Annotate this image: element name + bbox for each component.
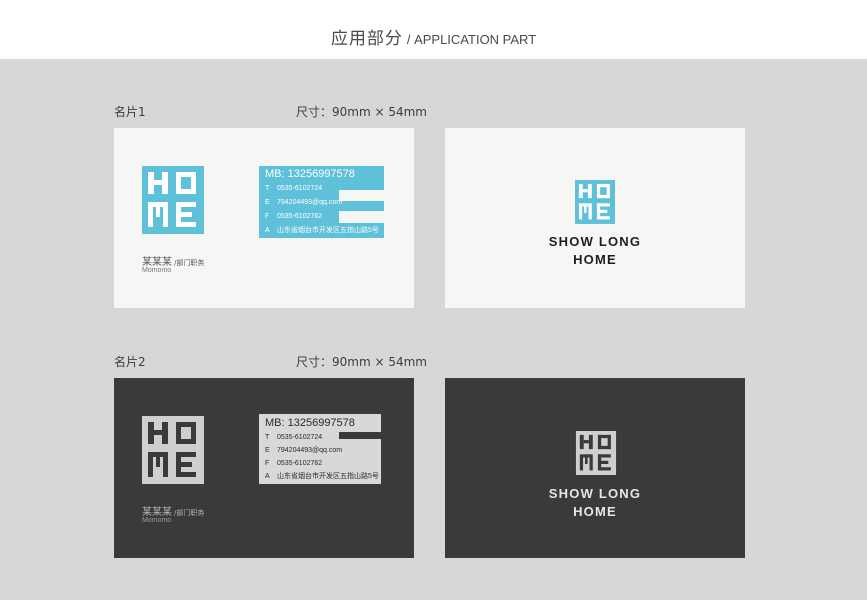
address-row: A 山东省烟台市开发区五指山路5号 bbox=[265, 227, 379, 234]
brand-name: SHOW LONG HOME bbox=[548, 486, 642, 519]
card-1-front: MB: 13256997578 T 0535-6102724 E 794204493… bbox=[114, 128, 414, 308]
page-title-en: / APPLICATION PART bbox=[406, 32, 537, 47]
home-logo-icon bbox=[575, 180, 615, 224]
fax-row: F 0535-6102762 bbox=[265, 460, 323, 467]
person-name-en: Momomo bbox=[142, 267, 172, 274]
section-1-label: 名片1 bbox=[114, 105, 146, 119]
page-title: 应用部分 / APPLICATION PART bbox=[0, 24, 867, 49]
home-logo-icon bbox=[142, 166, 204, 234]
phone-row: T 0535-6102724 bbox=[265, 434, 323, 441]
contact-block: MB: 13256997578 T 0535-6102724 E 794204493… bbox=[259, 414, 381, 484]
page-title-cn: 应用部分 bbox=[330, 29, 403, 49]
person-name: 某某某/部门职务 bbox=[142, 507, 205, 518]
phone-row: T 0535-6102724 bbox=[265, 185, 323, 192]
home-logo-icon bbox=[575, 431, 617, 475]
section-2-label: 名片2 bbox=[114, 355, 146, 369]
person-name-en: Momomo bbox=[142, 517, 172, 524]
mobile-number: MB: 13256997578 bbox=[265, 168, 355, 180]
person-name: 某某某/部门职务 bbox=[142, 257, 205, 268]
section-2-size: 尺寸：90mm × 54mm bbox=[296, 355, 427, 369]
brand-name: SHOW LONG HOME bbox=[548, 234, 642, 267]
email-row: E 794204493@qq.com bbox=[265, 447, 343, 454]
page-header: 应用部分 / APPLICATION PART bbox=[0, 0, 867, 59]
home-logo-icon bbox=[142, 416, 204, 484]
card-2-back: SHOW LONG HOME bbox=[445, 378, 745, 558]
address-row: A 山东省烟台市开发区五指山路5号 bbox=[265, 473, 379, 480]
card-2-front: MB: 13256997578 T 0535-6102724 E 794204493… bbox=[114, 378, 414, 558]
card-1-back: SHOW LONG HOME bbox=[445, 128, 745, 308]
section-1-size: 尺寸：90mm × 54mm bbox=[296, 105, 427, 119]
fax-row: F 0535-6102762 bbox=[265, 213, 323, 220]
contact-block: MB: 13256997578 T 0535-6102724 E 794204493… bbox=[259, 166, 384, 238]
email-row: E 794204493@qq.com bbox=[265, 199, 343, 206]
mobile-number: MB: 13256997578 bbox=[265, 417, 355, 429]
